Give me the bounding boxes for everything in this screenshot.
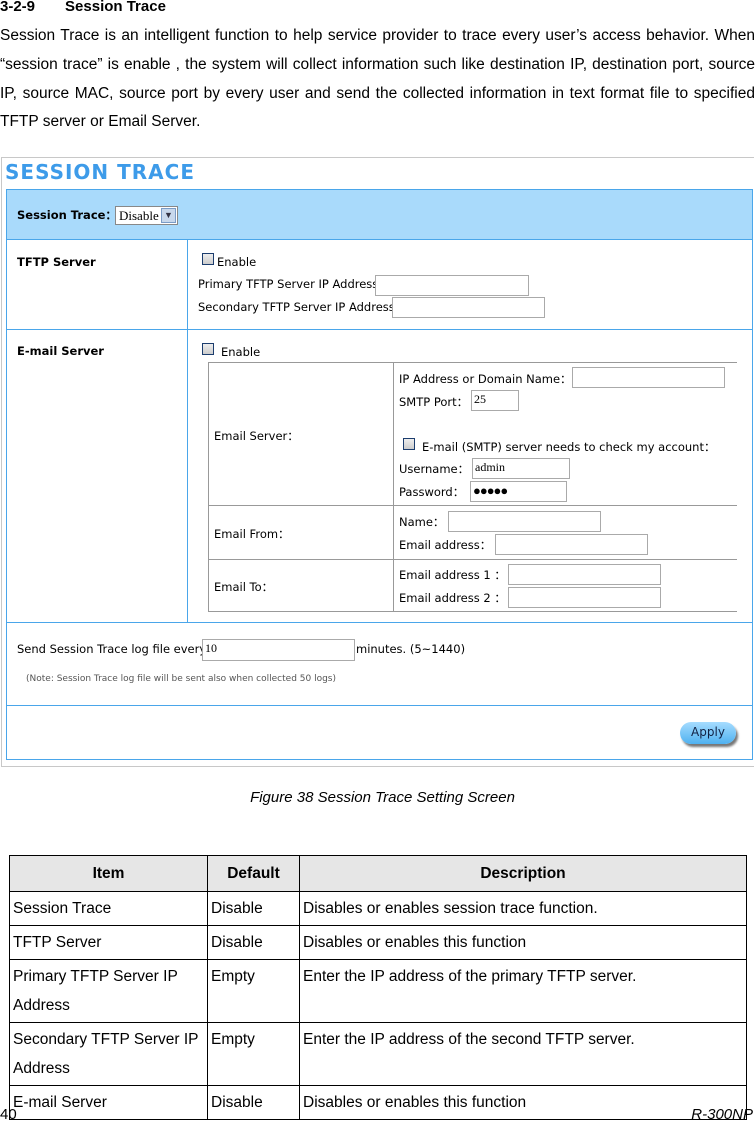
tftp-server-label: TFTP Server [17, 255, 96, 269]
chevron-down-icon: ▼ [161, 208, 176, 223]
tftp-enable-checkbox[interactable] [202, 253, 214, 265]
email-enable-checkbox[interactable] [202, 343, 214, 355]
intro-paragraph: Session Trace is an intelligent function… [0, 27, 755, 131]
email-ip-input[interactable] [572, 367, 725, 388]
table-row: Primary TFTP Server IP Address Empty Enter… [9, 959, 747, 1023]
table-header: Item Default Description [9, 855, 747, 892]
to-email1-input[interactable] [508, 564, 661, 585]
note-text: (Note: Session Trace log file will be se… [26, 674, 336, 684]
table-row: Secondary TFTP Server IP Address Empty Ent… [9, 1022, 747, 1086]
table-row: Session Trace Disable Disables or enables … [9, 891, 747, 926]
password-input[interactable]: ●●●●● [470, 481, 567, 502]
primary-tftp-input[interactable] [375, 275, 529, 296]
settings-table: Item Default Description Session Trace Disa… [9, 855, 747, 1120]
smtp-auth-checkbox[interactable] [403, 438, 415, 450]
smtp-port-input[interactable]: 25 [471, 390, 519, 411]
email-server-label: E-mail Server [17, 344, 104, 358]
model-name: R-300NP [691, 1106, 753, 1123]
secondary-tftp-input[interactable] [392, 297, 545, 318]
table-row: E-mail Server Disable Disables or enables … [9, 1085, 747, 1120]
send-interval-input[interactable]: 10 [202, 639, 355, 661]
apply-button[interactable]: Apply [680, 722, 736, 744]
to-email2-input[interactable] [508, 587, 661, 608]
manual-page: 3-2-9 Session Trace Session Trace is an i… [0, 0, 755, 1124]
section-heading: 3-2-9 Session Trace [0, 0, 166, 15]
session-trace-label: Session Trace： [17, 208, 117, 222]
username-input[interactable]: admin [472, 458, 570, 479]
page-number: 40 [0, 1106, 17, 1123]
table-row: TFTP Server Disable Disables or enables th… [9, 925, 747, 960]
screen-title: SESSION TRACE [5, 160, 195, 184]
figure-caption: Figure 38 Session Trace Setting Screen [250, 789, 515, 806]
from-email-input[interactable] [495, 534, 648, 555]
from-name-input[interactable] [448, 511, 601, 532]
session-trace-select[interactable]: Disable ▼ [115, 206, 178, 225]
